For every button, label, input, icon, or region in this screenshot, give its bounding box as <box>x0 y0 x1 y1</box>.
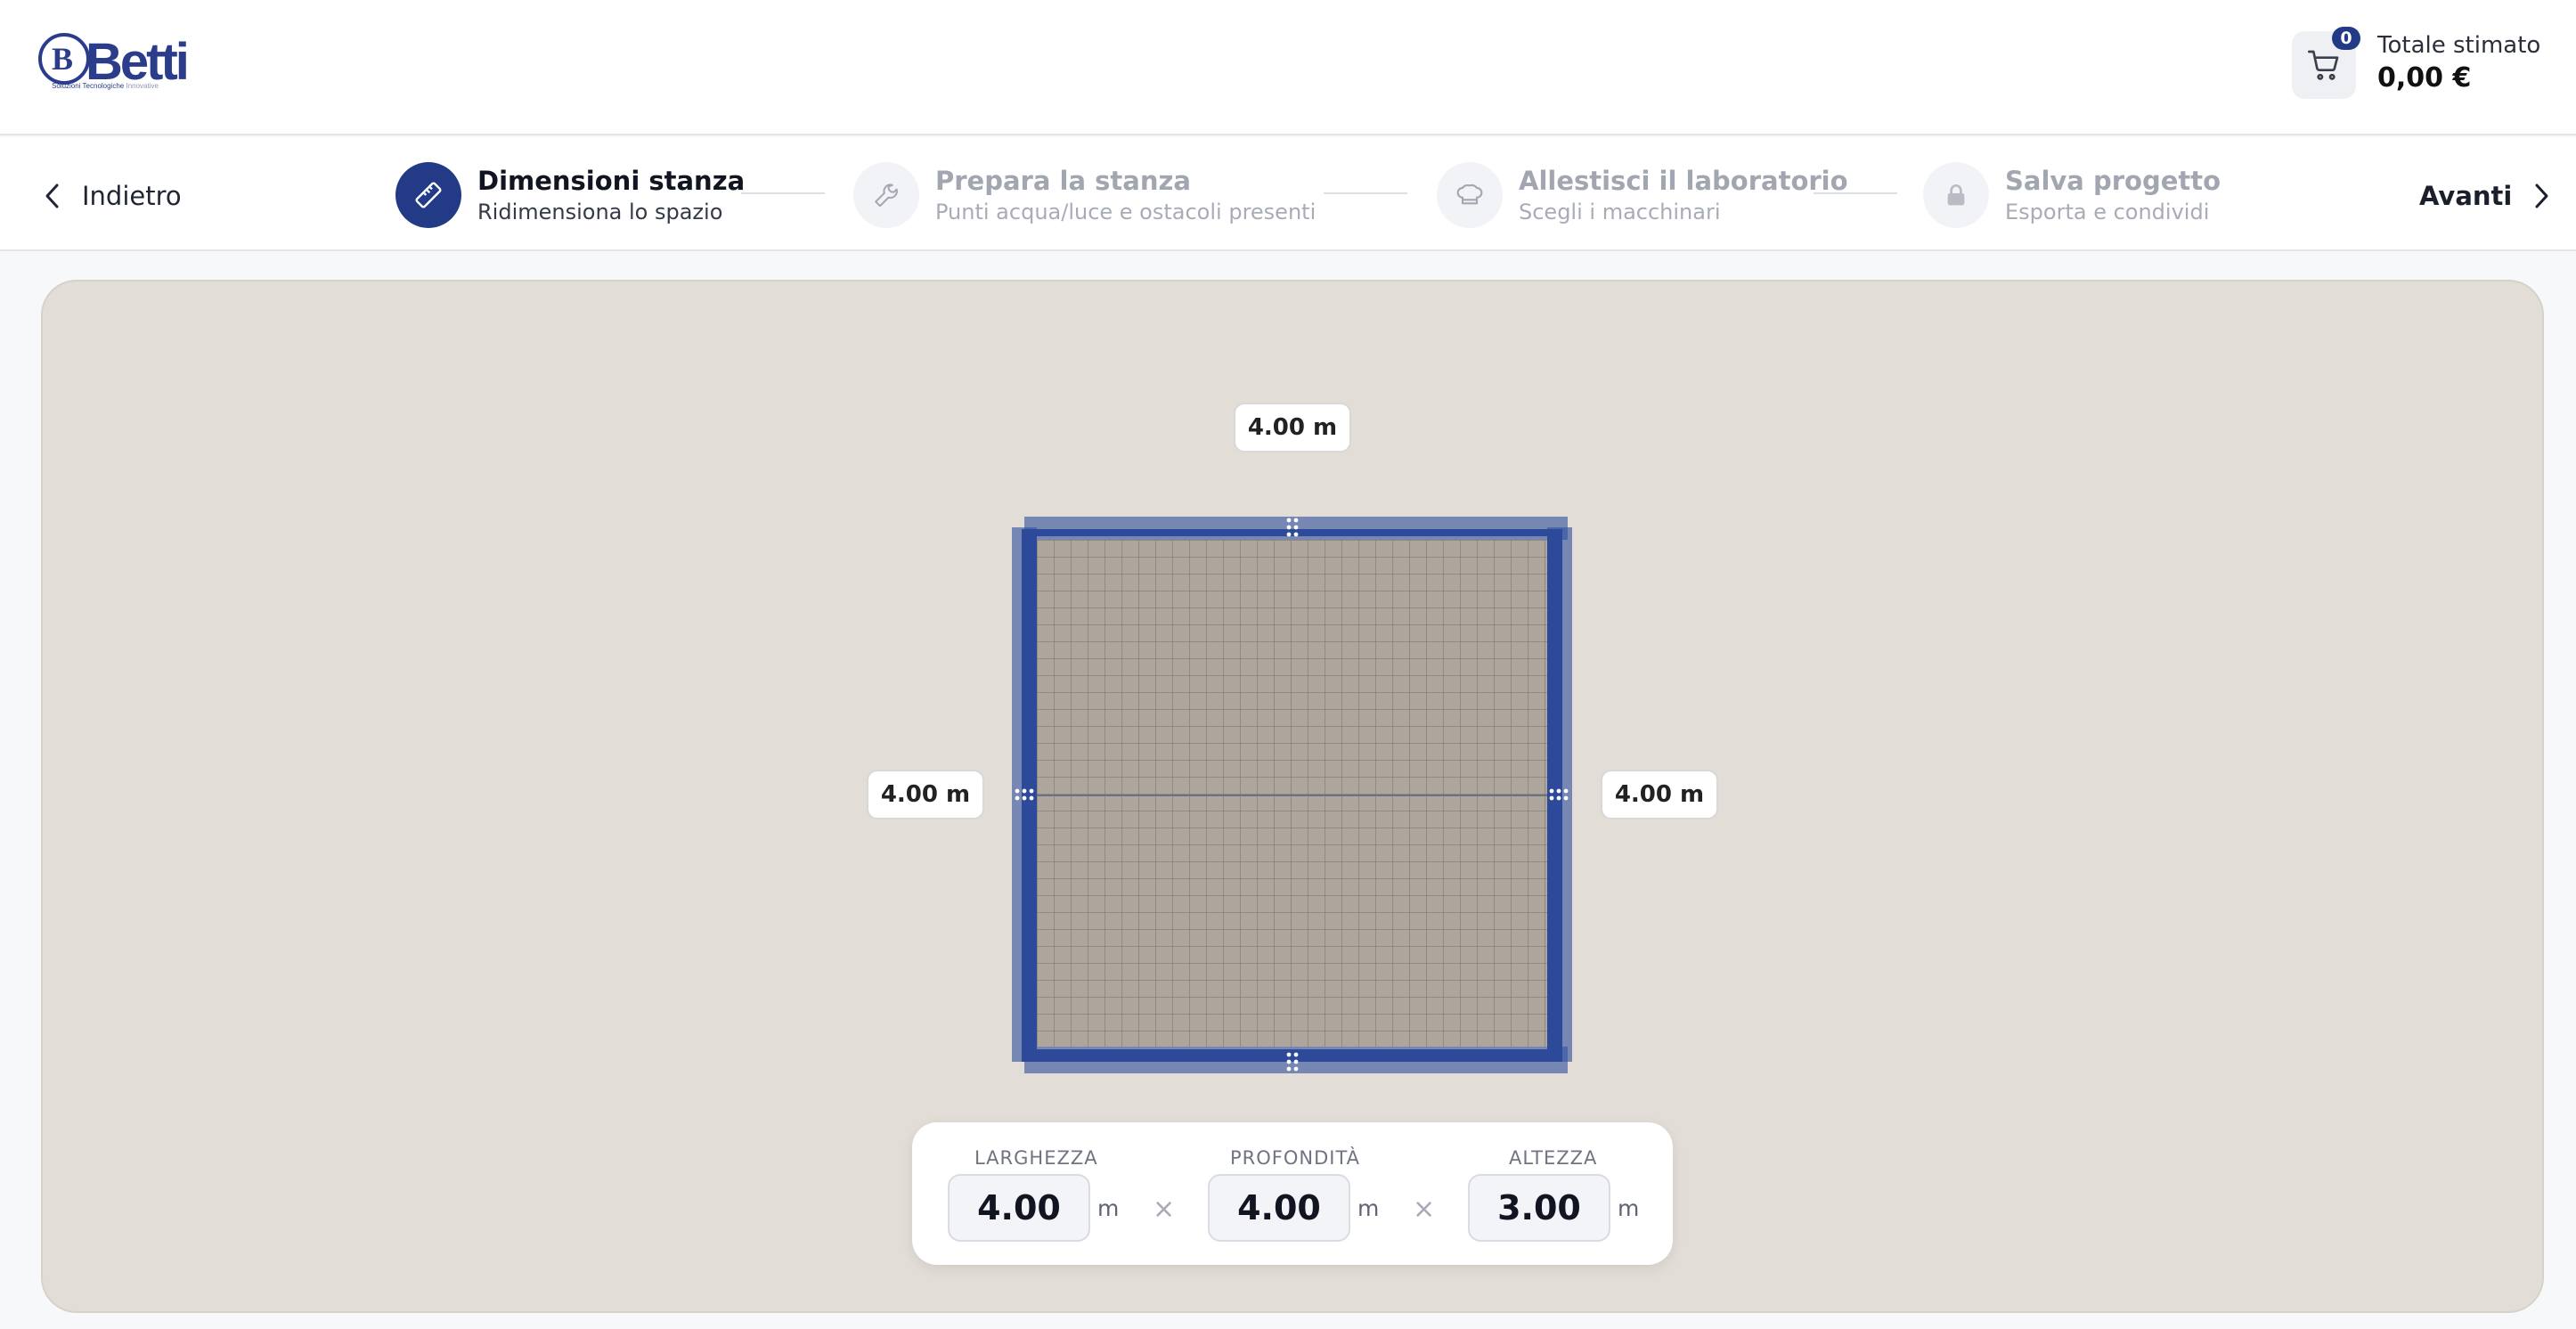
cart-count-badge: 0 <box>2332 27 2360 50</box>
cart-icon <box>2308 50 2339 80</box>
lock-icon <box>1947 184 1965 206</box>
width-unit: m <box>1097 1195 1120 1221</box>
chevron-left-icon <box>45 183 59 208</box>
step-2-subtitle: Punti acqua/luce e ostacoli presenti <box>935 200 1317 224</box>
left-wall-length-label[interactable]: 4.00 m <box>867 770 984 819</box>
width-input[interactable] <box>948 1174 1090 1242</box>
step-2-circle <box>853 162 919 228</box>
step-connector <box>1814 192 1897 194</box>
width-label: LARGHEZZA <box>974 1147 1098 1169</box>
step-connector <box>741 192 825 194</box>
height-label: ALTEZZA <box>1509 1147 1598 1169</box>
step-connector <box>1324 192 1407 194</box>
right-wall-resize-handle[interactable] <box>1548 787 1569 802</box>
step-3-title: Allestisci il laboratorio <box>1519 166 1848 196</box>
depth-unit: m <box>1357 1195 1380 1221</box>
step-4-circle <box>1923 162 1989 228</box>
betti-logo-mark: B <box>38 33 90 85</box>
top-wall-length-label[interactable]: 4.00 m <box>1234 403 1351 453</box>
step-4-title: Salva progetto <box>2005 166 2221 196</box>
app-header: B Betti Soluzioni Tecnologiche Innovativ… <box>0 0 2576 135</box>
logo-tagline: Soluzioni Tecnologiche Innovative <box>52 82 159 90</box>
wrench-icon <box>875 183 898 208</box>
depth-input[interactable] <box>1208 1174 1350 1242</box>
ruler-icon <box>415 182 442 208</box>
room-center-line <box>1037 795 1547 796</box>
height-input[interactable] <box>1468 1174 1610 1242</box>
wizard-stepper: Indietro Dimensioni stanza Ridimensiona … <box>0 137 2576 251</box>
back-button[interactable]: Indietro <box>43 178 182 214</box>
step-3-subtitle: Scegli i macchinari <box>1519 200 1721 224</box>
next-label: Avanti <box>2419 181 2513 211</box>
back-label: Indietro <box>82 181 182 211</box>
total-value: 0,00 € <box>2377 62 2472 94</box>
betti-logo[interactable]: B Betti Soluzioni Tecnologiche Innovativ… <box>37 30 190 102</box>
step-1-circle <box>395 162 461 228</box>
next-button[interactable]: Avanti <box>2419 178 2551 214</box>
top-wall-resize-handle[interactable] <box>1285 517 1300 538</box>
step-1-title: Dimensioni stanza <box>477 166 746 196</box>
step-2-title: Prepara la stanza <box>935 166 1191 196</box>
step-4-subtitle: Esporta e condividi <box>2005 200 2210 224</box>
room-dimensions-panel: LARGHEZZA m × PROFONDITÀ m × ALTEZZA m <box>912 1122 1673 1265</box>
svg-text:B: B <box>52 41 73 77</box>
bottom-wall-resize-handle[interactable] <box>1285 1051 1300 1072</box>
right-wall-length-label[interactable]: 4.00 m <box>1601 770 1718 819</box>
height-unit: m <box>1618 1195 1640 1221</box>
depth-label: PROFONDITÀ <box>1230 1147 1361 1169</box>
room-floor-grid[interactable] <box>1037 540 1547 1047</box>
total-label: Totale stimato <box>2377 32 2541 59</box>
step-3-circle <box>1437 162 1503 228</box>
left-wall-resize-handle[interactable] <box>1014 787 1035 802</box>
times-separator: × <box>1153 1194 1176 1225</box>
step-1-subtitle: Ridimensiona lo spazio <box>477 200 723 224</box>
chevron-right-icon <box>2535 183 2548 208</box>
times-separator: × <box>1413 1194 1436 1225</box>
chef-hat-icon <box>1456 183 1483 205</box>
